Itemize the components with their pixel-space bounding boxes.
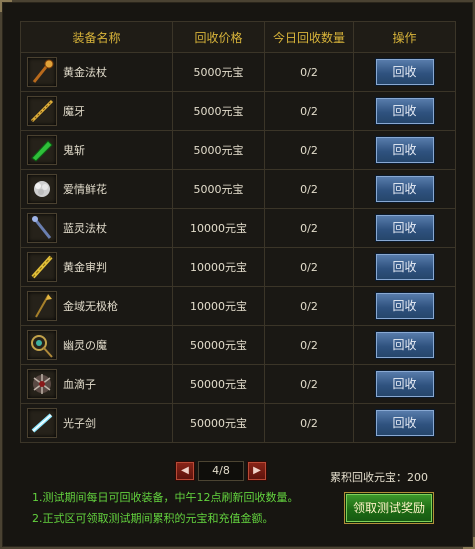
item-today-count: 0/2 bbox=[264, 130, 354, 170]
item-today-count: 0/2 bbox=[264, 169, 354, 209]
action-cell: 回收 bbox=[353, 364, 456, 404]
table-row: 黄金法杖 5000元宝 0/2 回收 bbox=[20, 52, 456, 92]
recycle-button[interactable]: 回收 bbox=[374, 58, 435, 86]
table-row: 蓝灵法杖 10000元宝 0/2 回收 bbox=[20, 208, 456, 248]
recycle-table: 装备名称 回收价格 今日回收数量 操作 黄金法杖 5000元宝 0/2 回收 魔牙 500… bbox=[20, 21, 456, 443]
note-line-2: 2.正式区可领取测试期间累积的元宝和充值金额。 bbox=[32, 512, 274, 525]
recycle-button[interactable]: 回收 bbox=[374, 292, 435, 320]
item-today-count: 0/2 bbox=[264, 364, 354, 404]
item-name-cell: 血滴子 bbox=[20, 364, 173, 404]
item-name: 魔牙 bbox=[63, 105, 85, 118]
item-name: 鬼斩 bbox=[63, 144, 85, 157]
recycle-button[interactable]: 回收 bbox=[374, 253, 435, 281]
blue-spirit-staff-icon bbox=[27, 213, 57, 243]
golden-judgment-icon bbox=[27, 252, 57, 282]
note-line-1: 1.测试期间每日可回收装备，中午12点刷新回收数量。 bbox=[32, 491, 299, 504]
item-name: 血滴子 bbox=[63, 378, 96, 391]
table-row: 幽灵の魔 50000元宝 0/2 回收 bbox=[20, 325, 456, 365]
table-row: 血滴子 50000元宝 0/2 回收 bbox=[20, 364, 456, 404]
item-price: 10000元宝 bbox=[172, 208, 265, 248]
item-price: 50000元宝 bbox=[172, 364, 265, 404]
blood-drop-icon bbox=[27, 369, 57, 399]
golden-spear-icon bbox=[27, 291, 57, 321]
item-price: 50000元宝 bbox=[172, 325, 265, 365]
item-name: 黄金审判 bbox=[63, 261, 107, 274]
action-cell: 回收 bbox=[353, 91, 456, 131]
item-price: 10000元宝 bbox=[172, 247, 265, 287]
header-today-count: 今日回收数量 bbox=[264, 21, 354, 53]
action-cell: 回收 bbox=[353, 403, 456, 443]
love-flower-icon bbox=[27, 174, 57, 204]
item-name-cell: 黄金审判 bbox=[20, 247, 173, 287]
page-indicator: 4/8 bbox=[198, 461, 244, 481]
item-name: 金域无极枪 bbox=[63, 300, 118, 313]
table-row: 魔牙 5000元宝 0/2 回收 bbox=[20, 91, 456, 131]
ghost-demon-icon bbox=[27, 330, 57, 360]
item-name-cell: 蓝灵法杖 bbox=[20, 208, 173, 248]
item-price: 5000元宝 bbox=[172, 91, 265, 131]
action-cell: 回收 bbox=[353, 286, 456, 326]
item-price: 5000元宝 bbox=[172, 169, 265, 209]
item-price: 50000元宝 bbox=[172, 403, 265, 443]
recycle-button[interactable]: 回收 bbox=[374, 97, 435, 125]
recycle-button[interactable]: 回收 bbox=[374, 175, 435, 203]
recycle-button[interactable]: 回收 bbox=[374, 136, 435, 164]
item-today-count: 0/2 bbox=[264, 247, 354, 287]
item-name: 黄金法杖 bbox=[63, 66, 107, 79]
action-cell: 回收 bbox=[353, 208, 456, 248]
item-price: 5000元宝 bbox=[172, 52, 265, 92]
ghost-blade-icon bbox=[27, 135, 57, 165]
recycle-button[interactable]: 回收 bbox=[374, 409, 435, 437]
item-name-cell: 幽灵の魔 bbox=[20, 325, 173, 365]
item-name-cell: 黄金法杖 bbox=[20, 52, 173, 92]
item-today-count: 0/2 bbox=[264, 52, 354, 92]
item-name: 光子剑 bbox=[63, 417, 96, 430]
action-cell: 回收 bbox=[353, 247, 456, 287]
pager: ◀ 4/8 ▶ bbox=[175, 461, 267, 481]
action-cell: 回收 bbox=[353, 169, 456, 209]
item-today-count: 0/2 bbox=[264, 403, 354, 443]
item-name-cell: 魔牙 bbox=[20, 91, 173, 131]
header-item-name: 装备名称 bbox=[20, 21, 173, 53]
photon-sword-icon bbox=[27, 408, 57, 438]
item-name: 蓝灵法杖 bbox=[63, 222, 107, 235]
item-price: 5000元宝 bbox=[172, 130, 265, 170]
item-today-count: 0/2 bbox=[264, 325, 354, 365]
arrow-left-icon[interactable]: ◀ bbox=[175, 461, 195, 481]
action-cell: 回收 bbox=[353, 130, 456, 170]
claim-test-reward-button[interactable]: 领取测试奖励 bbox=[345, 493, 433, 523]
table-row: 金域无极枪 10000元宝 0/2 回收 bbox=[20, 286, 456, 326]
item-name-cell: 金域无极枪 bbox=[20, 286, 173, 326]
item-today-count: 0/2 bbox=[264, 91, 354, 131]
item-name-cell: 光子剑 bbox=[20, 403, 173, 443]
notes: 1.测试期间每日可回收装备，中午12点刷新回收数量。 2.正式区可领取测试期间累… bbox=[32, 487, 299, 529]
table-header-row: 装备名称 回收价格 今日回收数量 操作 bbox=[20, 21, 456, 53]
recycle-button[interactable]: 回收 bbox=[374, 214, 435, 242]
arrow-right-icon[interactable]: ▶ bbox=[247, 461, 267, 481]
item-name: 爱情鲜花 bbox=[63, 183, 107, 196]
action-cell: 回收 bbox=[353, 52, 456, 92]
action-cell: 回收 bbox=[353, 325, 456, 365]
header-price: 回收价格 bbox=[172, 21, 265, 53]
golden-staff-icon bbox=[27, 57, 57, 87]
table-row: 爱情鲜花 5000元宝 0/2 回收 bbox=[20, 169, 456, 209]
item-today-count: 0/2 bbox=[264, 208, 354, 248]
header-action: 操作 bbox=[353, 21, 456, 53]
item-name-cell: 鬼斩 bbox=[20, 130, 173, 170]
table-row: 黄金审判 10000元宝 0/2 回收 bbox=[20, 247, 456, 287]
item-name-cell: 爱情鲜花 bbox=[20, 169, 173, 209]
item-today-count: 0/2 bbox=[264, 286, 354, 326]
demon-fang-icon bbox=[27, 96, 57, 126]
recycle-button[interactable]: 回收 bbox=[374, 370, 435, 398]
table-row: 鬼斩 5000元宝 0/2 回收 bbox=[20, 130, 456, 170]
table-row: 光子剑 50000元宝 0/2 回收 bbox=[20, 403, 456, 443]
item-name: 幽灵の魔 bbox=[63, 339, 107, 352]
item-price: 10000元宝 bbox=[172, 286, 265, 326]
recycle-button[interactable]: 回收 bbox=[374, 331, 435, 359]
total-recycled: 累积回收元宝：200 bbox=[330, 471, 428, 484]
